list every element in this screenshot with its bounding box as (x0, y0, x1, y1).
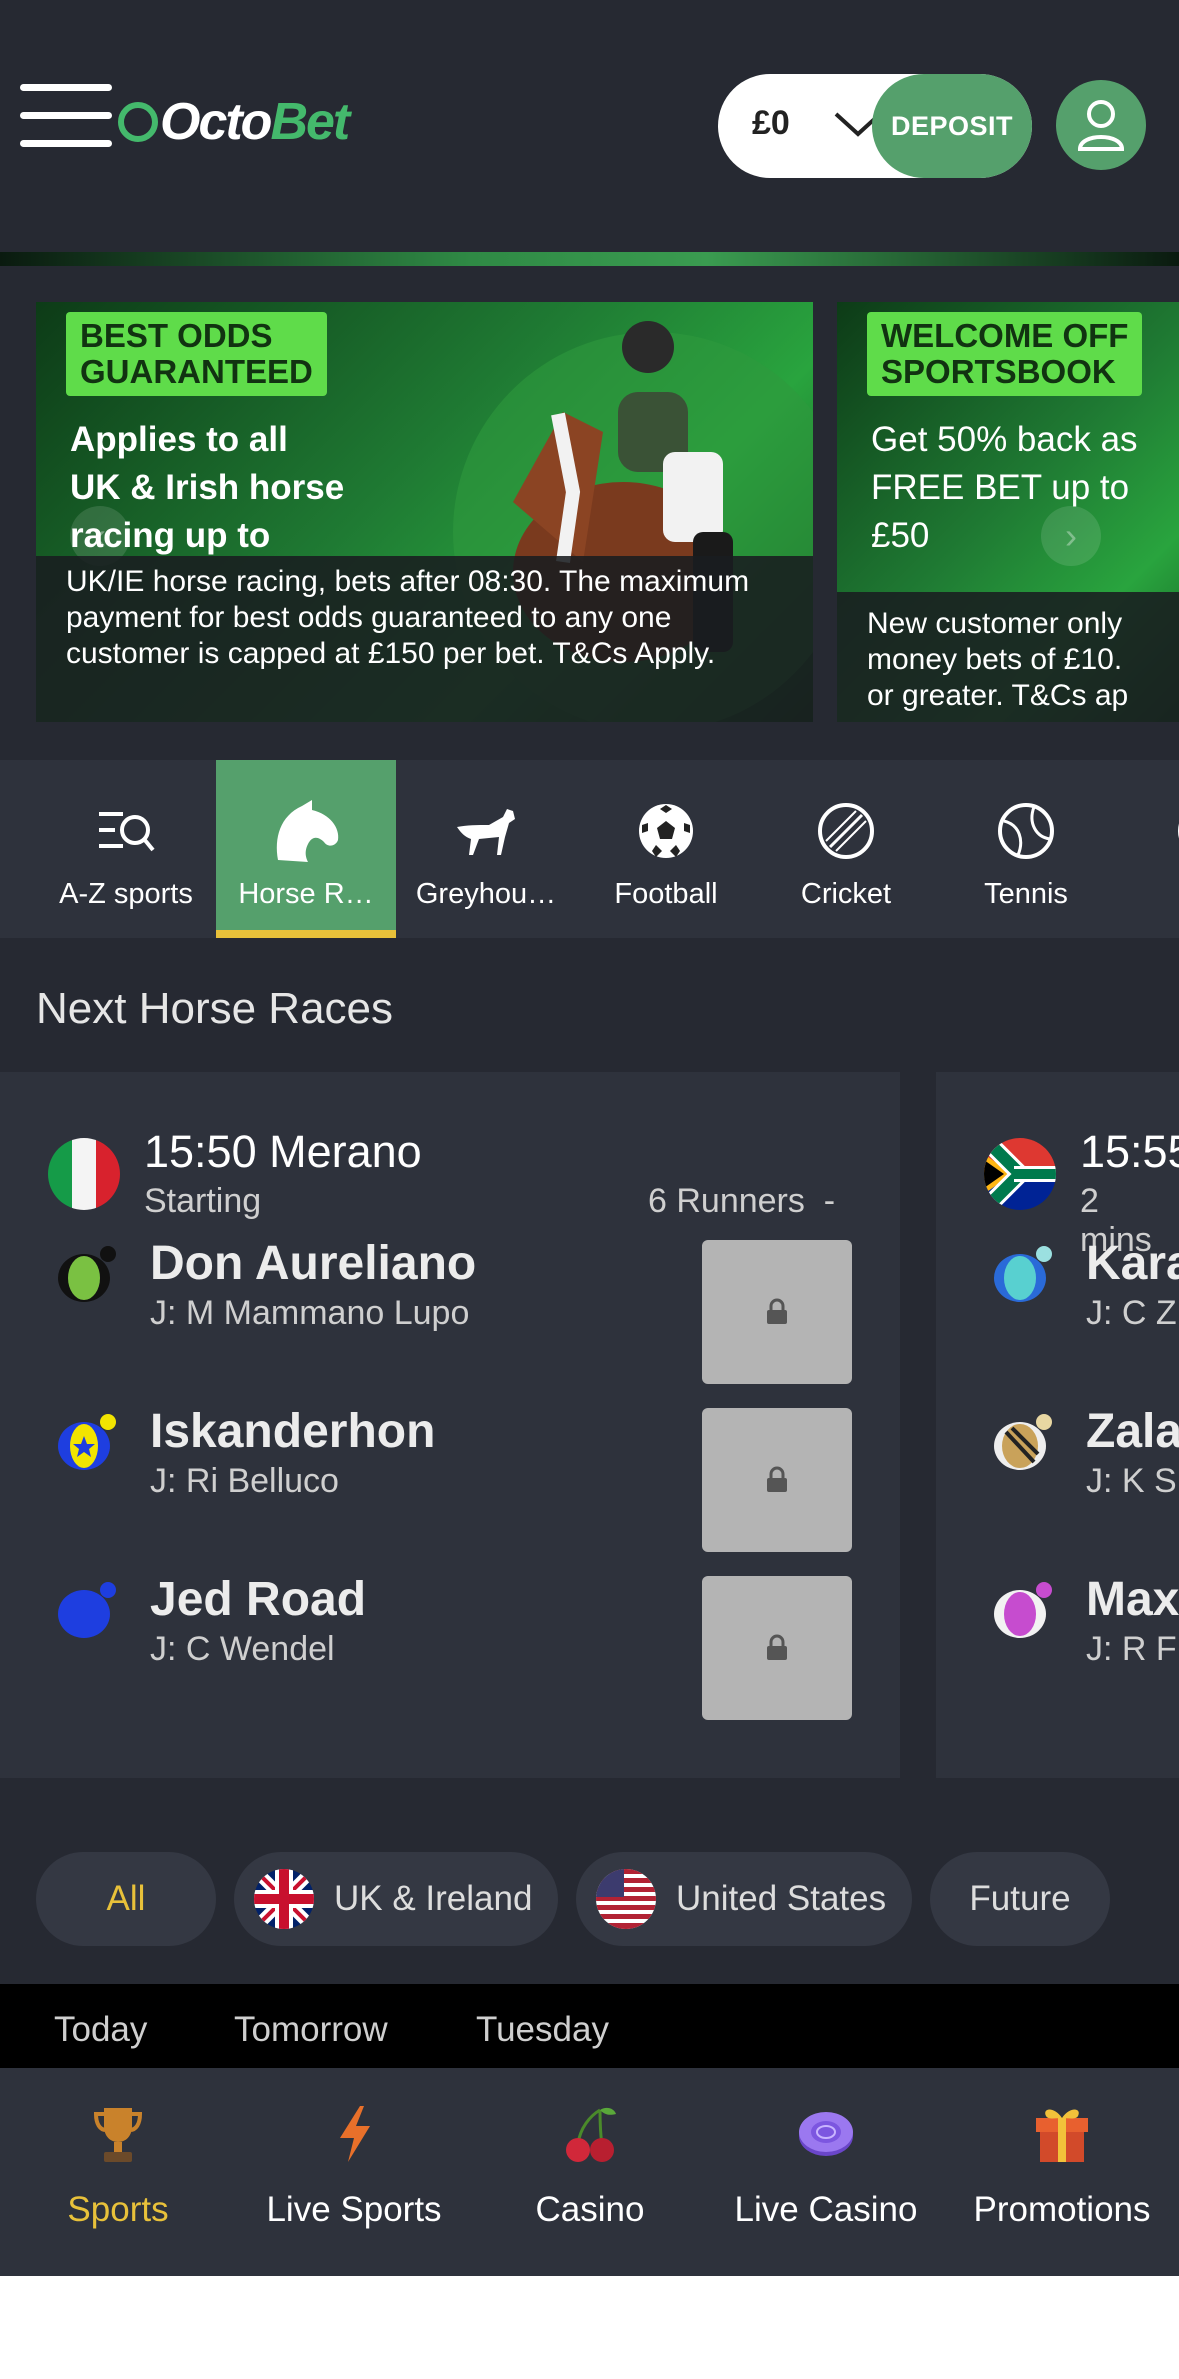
nav-promotions[interactable]: Promotions (944, 2068, 1179, 2276)
octobet-logo[interactable]: Octo Bet (118, 92, 350, 152)
carousel-next-icon[interactable]: › (1041, 506, 1101, 566)
runners-count: 6 Runners - (648, 1182, 836, 1220)
deposit-button[interactable]: DEPOSIT (872, 74, 1032, 178)
tab-a-z-sports[interactable]: A-Z sports (36, 760, 216, 938)
jockey-name: J: C Wendel (150, 1630, 335, 1668)
basketball-icon (1168, 796, 1179, 866)
account-button[interactable] (1056, 80, 1146, 170)
header-accent-bar (0, 252, 1179, 266)
promo-carousel[interactable]: BEST ODDS GUARANTEED Applies to all UK &… (0, 266, 1179, 760)
hamburger-menu-icon[interactable] (20, 84, 112, 148)
jockey-silk-icon (994, 1414, 1052, 1470)
section-title: Next Horse Races (36, 984, 394, 1033)
race-card-merano[interactable]: 15:50 Merano Starting 6 Runners - Don Au… (0, 1072, 900, 1778)
jockey-silk-icon (58, 1414, 116, 1470)
nav-live-sports[interactable]: Live Sports (236, 2068, 472, 2276)
gift-icon (1032, 2102, 1092, 2166)
runner-name: Max (1086, 1573, 1179, 1626)
south-africa-flag-icon (984, 1138, 1056, 1210)
cricket-ball-icon (808, 796, 884, 866)
us-flag-icon (596, 1869, 656, 1929)
lightning-icon (324, 2102, 384, 2166)
race-time-venue: 15:55 (1080, 1126, 1179, 1177)
tennis-ball-icon (988, 796, 1064, 866)
day-tabs: Today Tomorrow Tuesday (0, 1984, 1179, 2068)
jockey-silk-icon (58, 1246, 116, 1302)
jockey-name: J: Ri Belluco (150, 1462, 339, 1500)
promo-terms: UK/IE horse racing, bets after 08:30. Th… (36, 556, 813, 722)
bottom-navigation: Sports Live Sports Casino Live Casino Pr… (0, 2068, 1179, 2276)
jockey-silk-icon (994, 1246, 1052, 1302)
promo-badge: BEST ODDS GUARANTEED (66, 312, 327, 396)
filter-united-states[interactable]: United States (576, 1852, 912, 1946)
race-time-venue: 15:50 Merano (144, 1126, 422, 1177)
filter-uk-ireland[interactable]: UK & Ireland (234, 1852, 558, 1946)
uk-flag-icon (254, 1869, 314, 1929)
jockey-silk-icon (994, 1582, 1052, 1638)
tab-greyhounds[interactable]: Greyhou… (396, 760, 576, 938)
chip-icon (796, 2102, 856, 2166)
tab-today[interactable]: Today (54, 2010, 147, 2050)
cherries-icon (560, 2102, 620, 2166)
lock-icon (767, 1466, 787, 1492)
jockey-name: J: M Mammano Lupo (150, 1294, 470, 1332)
lock-icon (767, 1634, 787, 1660)
lock-icon (767, 1298, 787, 1324)
logo-mark-icon (118, 102, 158, 142)
jockey-name: J: C Z (1086, 1294, 1177, 1332)
odds-button-locked[interactable] (702, 1576, 852, 1720)
tab-basketball[interactable]: B (1116, 760, 1179, 938)
runner-name: Zala (1086, 1405, 1179, 1458)
nav-casino[interactable]: Casino (472, 2068, 708, 2276)
greyhound-icon (448, 796, 524, 866)
odds-button-locked[interactable] (702, 1408, 852, 1552)
runner-name: Iskanderhon (150, 1405, 436, 1458)
balance-amount: £0 (752, 104, 790, 142)
italy-flag-icon (48, 1138, 120, 1210)
jockey-name: J: R F (1086, 1630, 1177, 1668)
tab-football[interactable]: Football (576, 760, 756, 938)
filter-future[interactable]: Future (930, 1852, 1110, 1946)
race-status: Starting (144, 1182, 262, 1220)
tab-tomorrow[interactable]: Tomorrow (234, 2010, 388, 2050)
tab-cricket[interactable]: Cricket (756, 760, 936, 938)
az-search-icon (88, 796, 164, 866)
tab-tennis[interactable]: Tennis (936, 760, 1116, 938)
promo-card-best-odds[interactable]: BEST ODDS GUARANTEED Applies to all UK &… (36, 302, 813, 722)
promo-terms: New customer only money bets of £10. or … (837, 592, 1179, 722)
runner-name: Don Aureliano (150, 1237, 477, 1290)
promo-badge: WELCOME OFF SPORTSBOOK (867, 312, 1143, 396)
trophy-icon (88, 2102, 148, 2166)
tab-tuesday[interactable]: Tuesday (476, 2010, 609, 2050)
filter-all[interactable]: All (36, 1852, 216, 1946)
promo-card-welcome-offer[interactable]: WELCOME OFF SPORTSBOOK Get 50% back as F… (837, 302, 1179, 722)
sports-category-nav[interactable]: A-Z sports Horse R… Greyhou… Football Cr… (0, 760, 1179, 938)
runner-name: Kara (1086, 1237, 1179, 1290)
race-card-south-africa[interactable]: 15:55 2 mins Kara J: C Z Zala J: K S Max… (936, 1072, 1179, 1778)
app-header: Octo Bet £0 DEPOSIT (0, 0, 1179, 252)
horse-head-icon (268, 796, 344, 866)
nav-live-casino[interactable]: Live Casino (708, 2068, 944, 2276)
runner-name: Jed Road (150, 1573, 367, 1626)
odds-button-locked[interactable] (702, 1240, 852, 1384)
jockey-name: J: K S (1086, 1462, 1177, 1500)
nav-sports[interactable]: Sports (0, 2068, 236, 2276)
user-icon (1077, 100, 1125, 151)
tab-horse-racing[interactable]: Horse R… (216, 760, 396, 938)
jockey-silk-icon (58, 1582, 116, 1638)
football-icon (628, 796, 704, 866)
